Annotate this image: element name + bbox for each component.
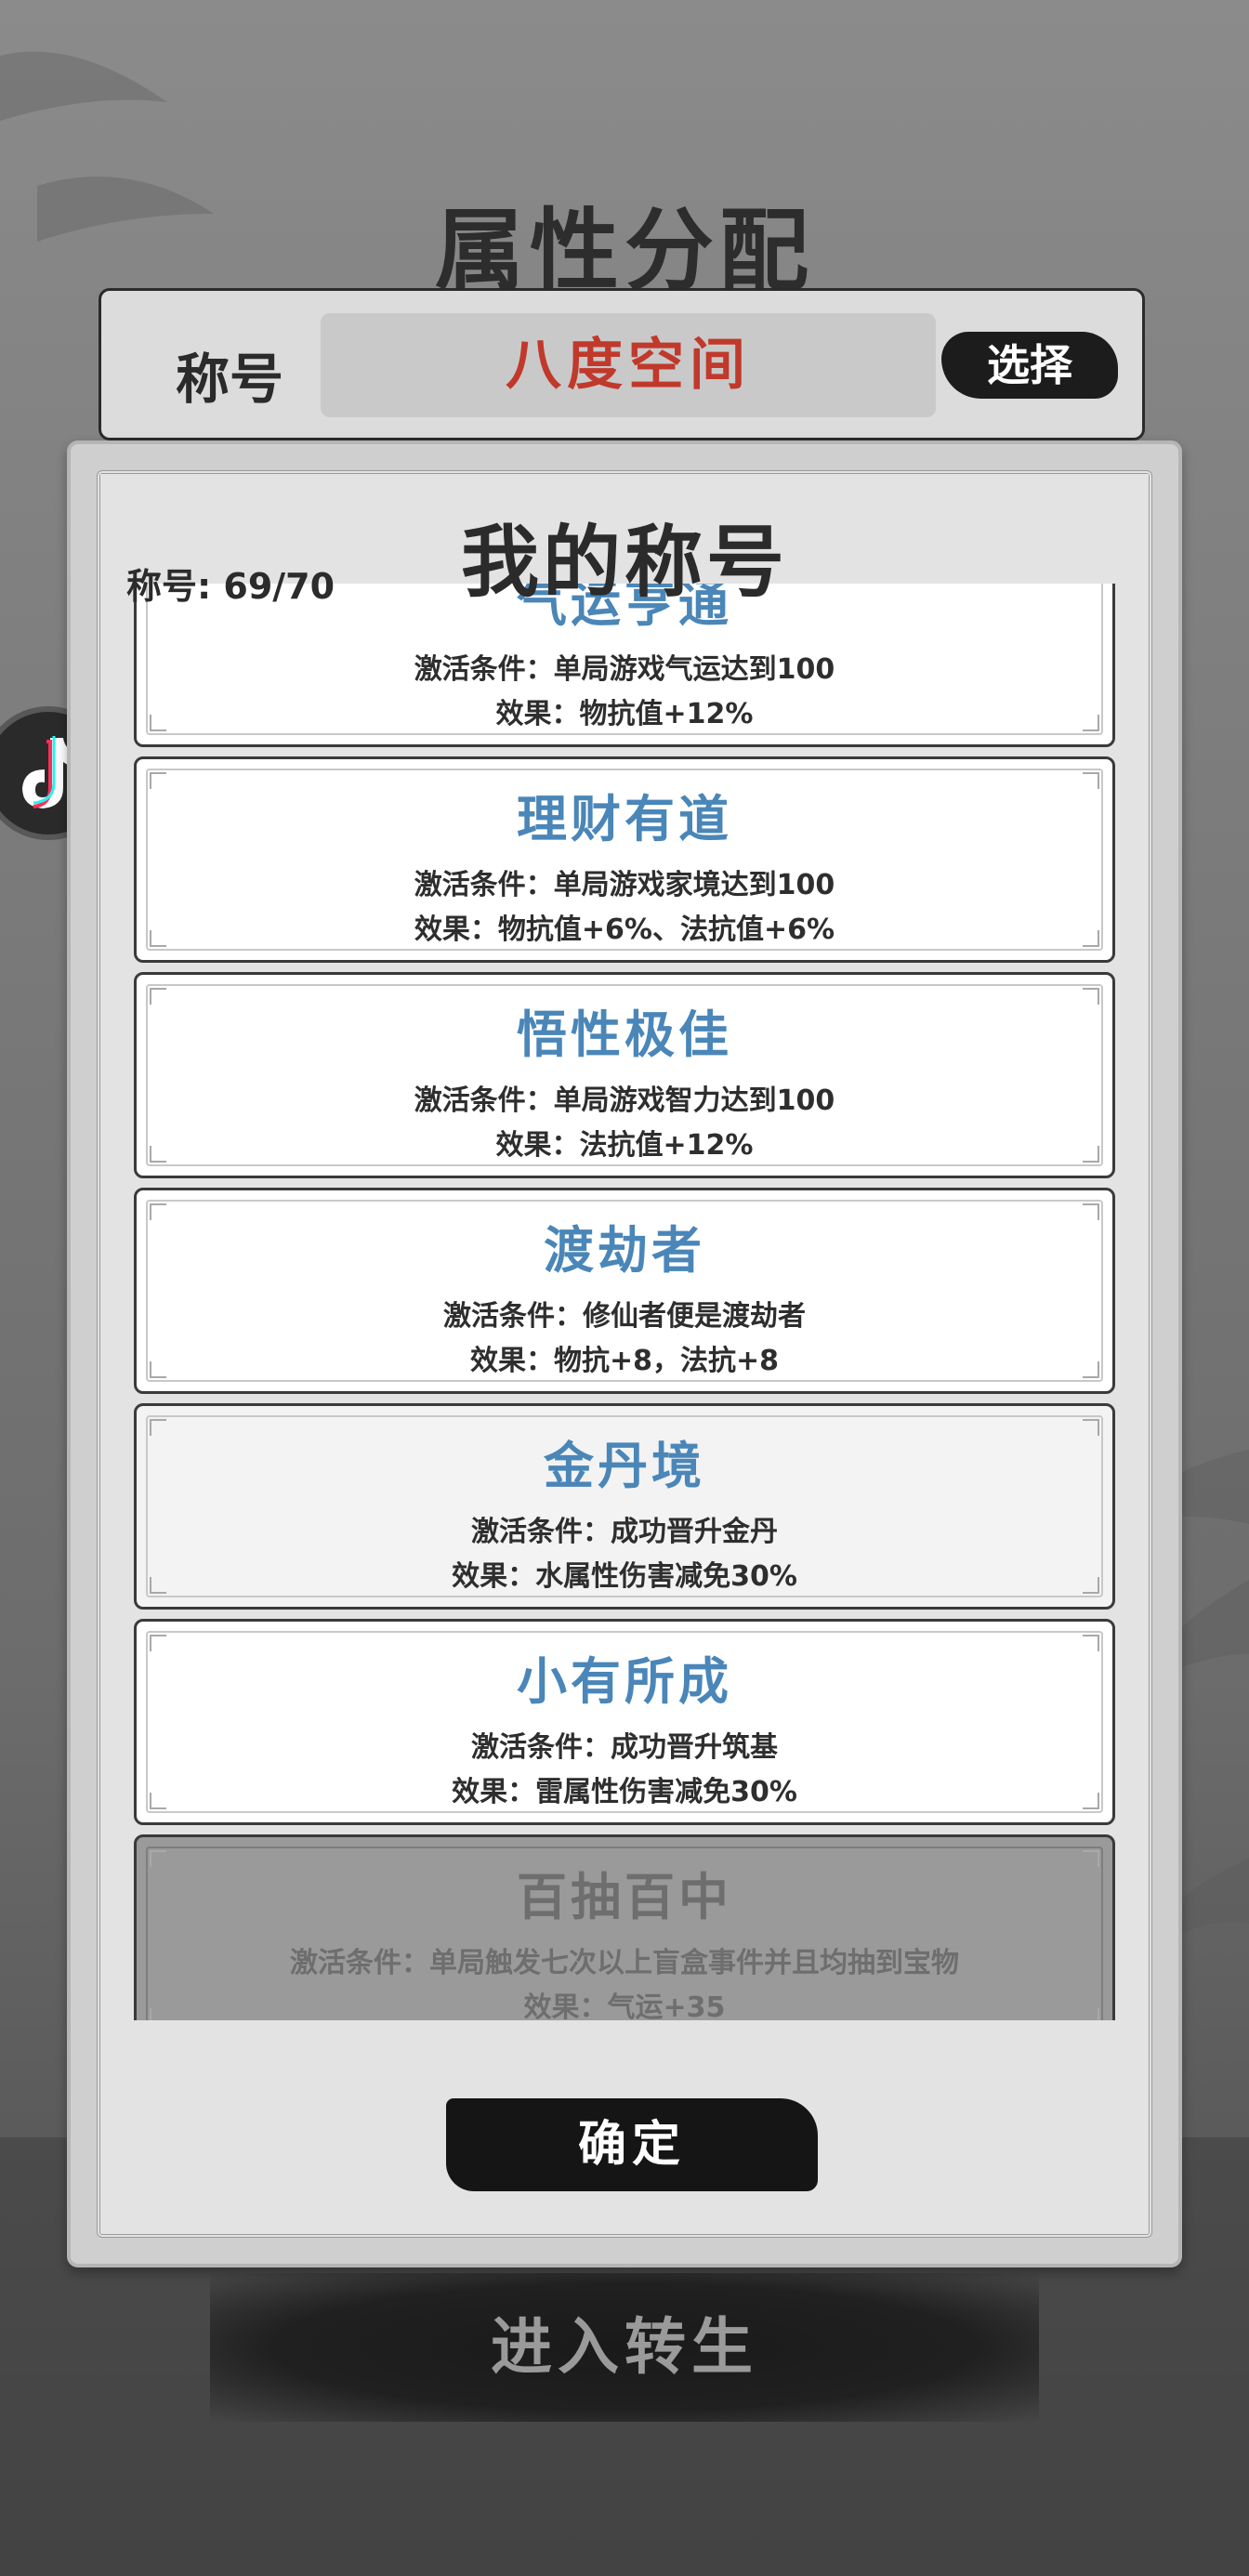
- title-name: 金丹境: [544, 1436, 705, 1495]
- title-card[interactable]: 小有所成 激活条件：成功晋升筑基 效果：雷属性伤害减免30%: [134, 1619, 1115, 1825]
- title-condition: 激活条件：单局游戏智力达到100: [414, 1084, 835, 1117]
- title-condition: 激活条件：成功晋升筑基: [471, 1731, 778, 1764]
- title-condition: 激活条件：修仙者便是渡劫者: [443, 1300, 806, 1333]
- title-condition: 激活条件：单局触发七次以上盲盒事件并且均抽到宝物: [290, 1947, 959, 1979]
- title-condition: 激活条件：成功晋升金丹: [471, 1516, 778, 1548]
- confirm-button[interactable]: 确定: [446, 2098, 818, 2191]
- title-condition: 激活条件：单局游戏家境达到100: [414, 869, 835, 901]
- title-effect: 效果：法抗值+12%: [495, 1129, 754, 1162]
- title-count: 称号: 69/70: [126, 566, 335, 607]
- title-name: 悟性极佳: [517, 1005, 732, 1064]
- title-card-highlighted[interactable]: 金丹境 激活条件：成功晋升金丹 效果：水属性伤害减免30%: [134, 1403, 1115, 1610]
- title-card-locked[interactable]: 百抽百中 激活条件：单局触发七次以上盲盒事件并且均抽到宝物 效果：气运+35: [134, 1834, 1115, 2020]
- title-label: 称号: [176, 348, 284, 411]
- title-effect: 效果：物抗+8，法抗+8: [469, 1345, 780, 1377]
- enter-reincarnation-button[interactable]: 进入转生: [210, 2273, 1039, 2422]
- title-name: 理财有道: [517, 789, 732, 848]
- dialog-header: 我的称号 称号: 69/70: [100, 474, 1149, 608]
- title-list[interactable]: 气运亨通 激活条件：单局游戏气运达到100 效果：物抗值+12% 理财有道 激活…: [134, 584, 1115, 2020]
- dialog-inner-frame: 我的称号 称号: 69/70 气运亨通 激活条件：单局游戏气运达到100 效果：…: [97, 470, 1152, 2238]
- title-name: 小有所成: [517, 1651, 732, 1711]
- current-title-display: 八度空间: [321, 313, 936, 417]
- title-name: 百抽百中: [517, 1867, 732, 1926]
- title-effect: 效果：气运+35: [523, 1991, 726, 2020]
- title-effect: 效果：物抗值+6%、法抗值+6%: [414, 913, 835, 946]
- choose-title-button[interactable]: 选择: [941, 332, 1118, 399]
- title-effect: 效果：水属性伤害减免30%: [452, 1560, 797, 1593]
- title-card[interactable]: 渡劫者 激活条件：修仙者便是渡劫者 效果：物抗+8，法抗+8: [134, 1188, 1115, 1394]
- title-name: 渡劫者: [544, 1220, 705, 1280]
- title-card[interactable]: 悟性极佳 激活条件：单局游戏智力达到100 效果：法抗值+12%: [134, 972, 1115, 1178]
- current-title-bar: 称号 八度空间 选择: [99, 288, 1145, 440]
- title-effect: 效果：雷属性伤害减免30%: [452, 1776, 797, 1808]
- title-card[interactable]: 理财有道 激活条件：单局游戏家境达到100 效果：物抗值+6%、法抗值+6%: [134, 756, 1115, 963]
- title-effect: 效果：物抗值+12%: [495, 698, 754, 730]
- my-titles-dialog: 我的称号 称号: 69/70 气运亨通 激活条件：单局游戏气运达到100 效果：…: [67, 440, 1182, 2267]
- title-condition: 激活条件：单局游戏气运达到100: [414, 653, 835, 686]
